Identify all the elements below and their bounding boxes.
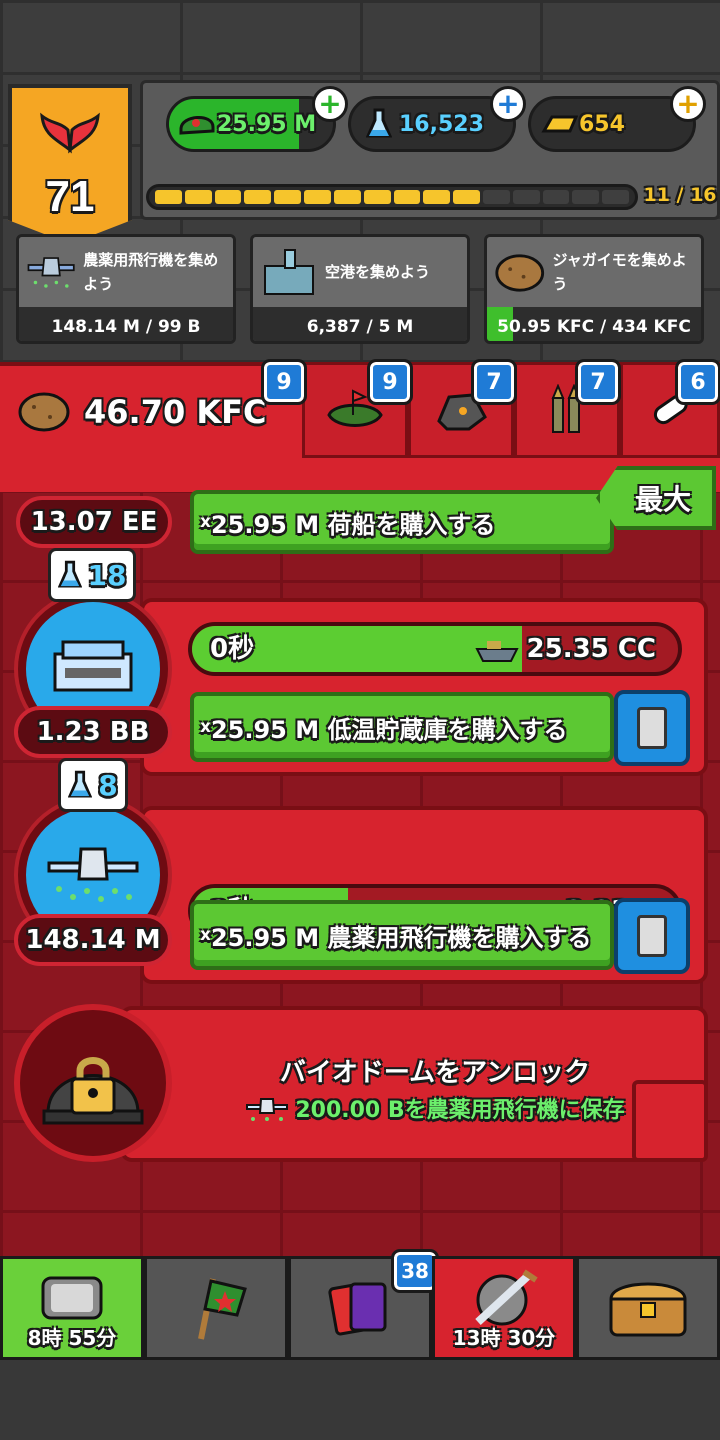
xp-segment [333,190,361,204]
level-number: 71 [45,172,95,221]
tab-badge: 6 [675,359,720,405]
manager-card-button[interactable] [614,898,690,974]
flag-icon [198,1278,247,1340]
tab-badge: 7 [471,359,517,405]
padlock-biodome-icon [42,1057,144,1125]
crop-duster-plane-icon [246,1098,289,1121]
army-cap-icon [177,104,217,144]
cards-badge: 38 [391,1249,439,1293]
crop-duster-plane-icon [47,847,139,902]
biodome-locked-icon-holder [14,1004,172,1162]
science-tag: 8 [58,758,128,812]
science-tag: 18 [48,548,136,602]
xp-segment [304,190,331,204]
tv-icon [41,1276,103,1320]
flask-icon [359,104,399,144]
cold-storage-icon [53,640,133,692]
bottom-strip [0,1360,720,1440]
buy-cold-storage-button[interactable]: x 25.95 M 低温貯蔵庫を購入する [190,692,614,762]
xp-segment [572,190,600,204]
potato-icon [495,254,545,292]
locked-requirement: 200.00 Bを農薬用飛行機に保存 [180,1092,690,1124]
airport-icon [264,249,314,295]
gold-value: 654 [579,111,625,137]
xp-segment [423,190,451,204]
cash-value: 25.95 M [217,111,317,137]
goal-card-airport[interactable]: 空港を集めよう 6,387 / 5 M [250,234,470,344]
science-plus-button[interactable]: + [490,86,526,122]
nav-flag[interactable] [144,1256,288,1360]
xp-segment [482,190,510,204]
buy-ship-button[interactable]: x 25.95 M 荷船を購入する [190,490,614,554]
tab-badge: 7 [575,359,621,405]
gold-plus-button[interactable]: + [670,86,706,122]
goal-progress: 148.14 M / 99 B [51,317,201,337]
business-value: 148.14 M [14,914,172,966]
cargo-ship-icon [474,641,519,662]
xp-segment [184,190,212,204]
xp-segment [512,190,540,204]
card-icon [637,915,667,957]
xp-segment [602,190,629,204]
cold-storage-progress: 0秒 25.35 CC [188,622,682,676]
nav-tv[interactable]: 8時 55分 [0,1256,144,1360]
level-banner[interactable]: 71 [8,84,132,244]
treasure-chest-icon [609,1282,687,1337]
xp-segment [542,190,570,204]
xp-segment [244,190,272,204]
nav-treasure[interactable] [576,1256,720,1360]
xp-progress-bar [146,184,638,210]
goal-card-crop-duster[interactable]: 農薬用飛行機を集めよう 148.14 M / 99 B [16,234,236,344]
cash-plus-button[interactable]: + [312,86,348,122]
business-value: 13.07 EE [16,496,172,548]
goal-progress: 6,387 / 5 M [306,317,414,337]
nav-events[interactable]: 13時 30分 [432,1256,576,1360]
goal-progress: 50.95 KFC / 434 KFC [497,317,691,337]
potato-amount: 46.70 KFC [84,393,267,431]
xp-segment [363,190,391,204]
income-value: 25.35 CC [526,634,656,664]
xp-segment [274,190,302,204]
xp-segment [155,190,182,204]
max-buy-button[interactable]: 最大 [596,466,716,530]
goal-label: 空港を集めよう [325,263,431,281]
card-icon [637,707,667,749]
tab-badge: 9 [261,359,307,405]
science-value: 16,523 [399,111,484,137]
tab-badge: 9 [367,359,413,405]
wings-emblem-icon [40,112,100,154]
sword-shield-icon [475,1269,538,1326]
locked-title: バイオドームをアンロック [279,1058,591,1088]
xp-segment [393,190,421,204]
xp-segment [453,190,480,204]
gold-bars-icon [539,104,579,144]
manager-card-button[interactable] [614,690,690,766]
goal-label: ジャガイモを集めよう [552,251,687,293]
nav-timer: 8時 55分 [27,1326,117,1350]
xp-progress-text: 11 / 16 [643,184,717,206]
business-value: 1.23 BB [14,706,172,758]
goal-label: 農薬用飛行機を集めよう [83,251,219,293]
buy-crop-duster-button[interactable]: x 25.95 M 農薬用飛行機を購入する [190,900,614,970]
goal-card-potato[interactable]: ジャガイモを集めよう 50.95 KFC / 434 KFC [484,234,704,344]
crop-duster-plane-icon [27,257,75,288]
xp-segment [214,190,242,204]
flask-icon [57,560,82,588]
nav-timer: 13時 30分 [452,1326,556,1350]
flask-icon [68,770,93,798]
potato-icon [18,392,70,432]
cash-pill[interactable]: 25.95 M [166,96,336,152]
cards-icon [328,1282,387,1336]
